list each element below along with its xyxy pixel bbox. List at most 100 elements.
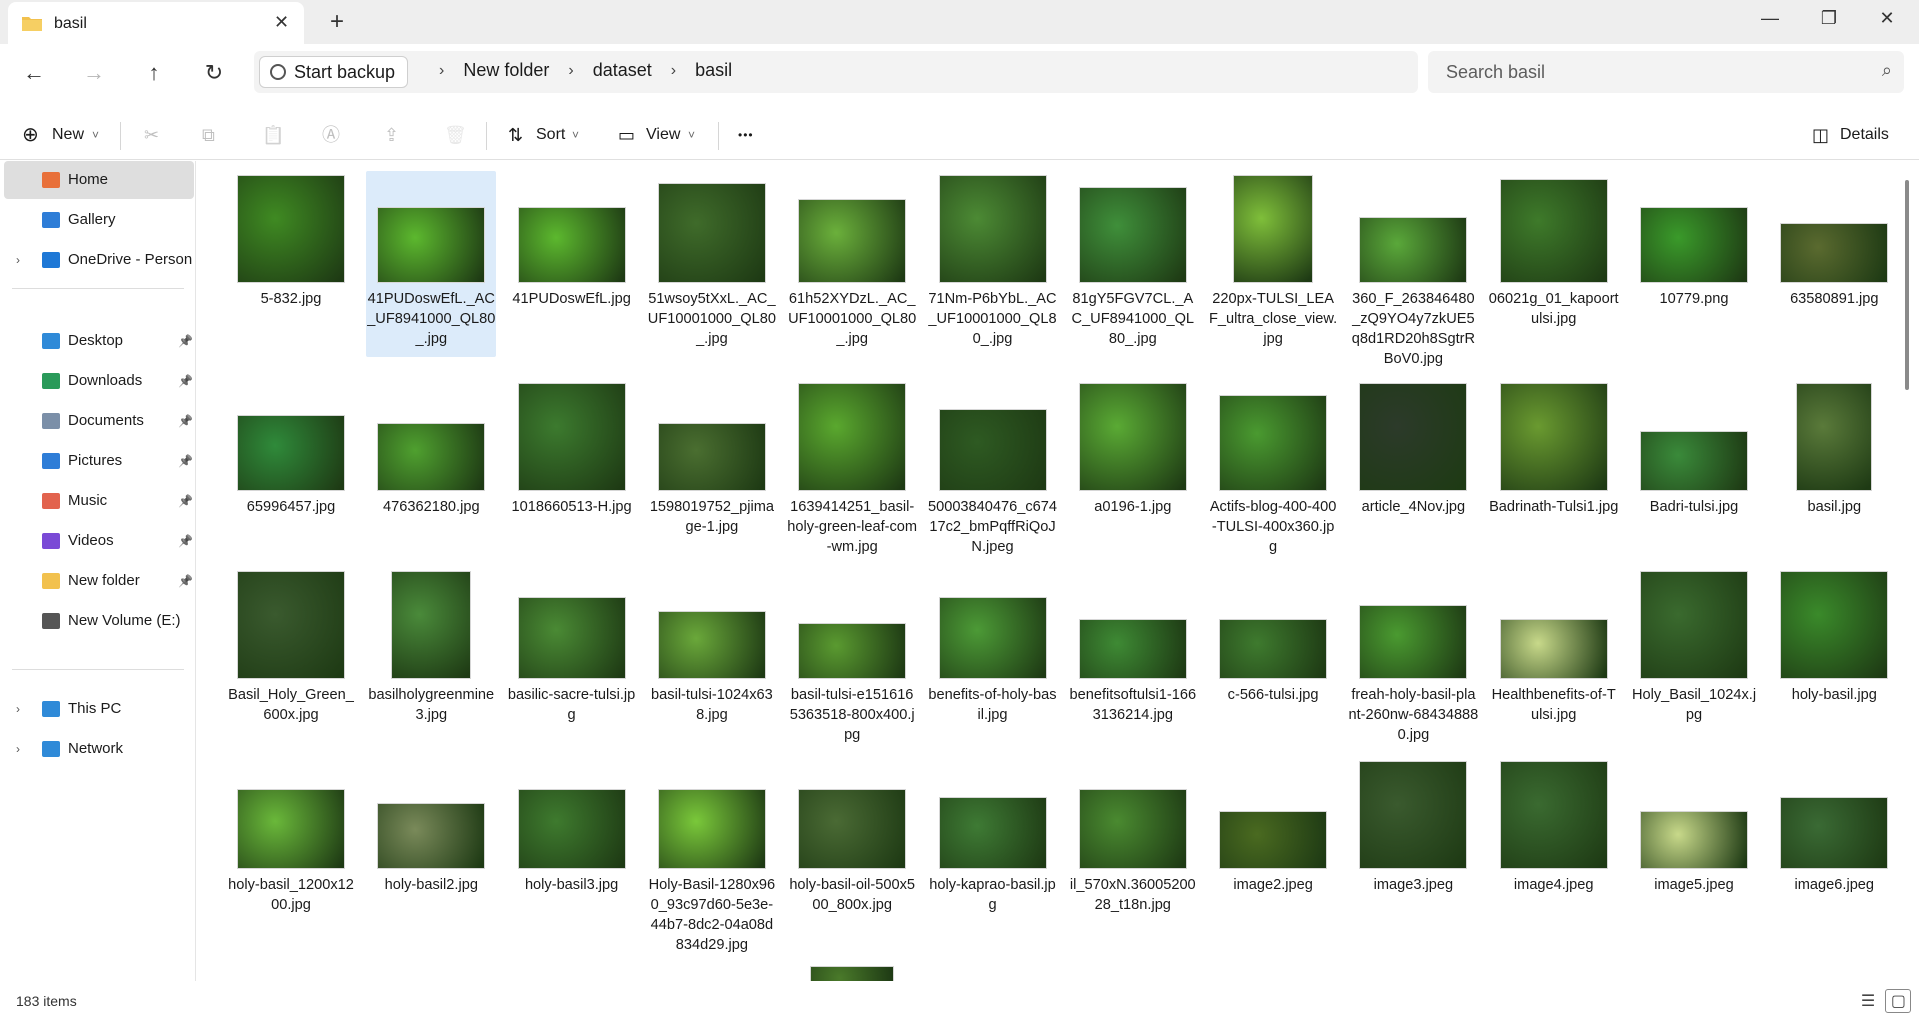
paste-icon[interactable]: 📋 (262, 120, 284, 150)
breadcrumb-separator[interactable]: › (671, 62, 676, 80)
breadcrumb-basil[interactable]: basil (695, 60, 732, 81)
file-item[interactable]: 65996457.jpg (226, 379, 356, 525)
file-item[interactable]: holy-basil3.jpg (507, 757, 637, 923)
sidebar-item-new-volume-e[interactable]: New Volume (E:) (0, 602, 194, 640)
file-item[interactable]: Holy_Basil_1024x.jpg (1629, 567, 1759, 733)
file-item[interactable]: holy-basil_1200x1200.jpg (226, 757, 356, 923)
file-item[interactable]: image4.jpeg (1489, 757, 1619, 903)
breadcrumb-separator[interactable]: › (568, 62, 573, 80)
file-item[interactable]: Basil_Holy_Green_600x.jpg (226, 567, 356, 733)
search-box[interactable]: Search basil ⌕ (1428, 51, 1904, 93)
file-item[interactable]: image2.jpeg (1208, 757, 1338, 903)
new-tab-button[interactable]: + (330, 8, 344, 36)
file-item[interactable]: Healthbenefits-of-Tulsi.jpg (1489, 567, 1619, 733)
sidebar-item-onedrive-persona[interactable]: OneDrive - Persona › (0, 241, 194, 279)
file-item[interactable]: 81gY5FGV7CL._AC_UF8941000_QL80_.jpg (1068, 171, 1198, 357)
file-item[interactable]: image6.jpeg (1769, 757, 1896, 903)
up-button[interactable]: ↑ (139, 60, 169, 90)
file-item[interactable]: 41PUDoswEfL.jpg (507, 171, 637, 337)
file-item[interactable]: 63580891.jpg (1769, 171, 1896, 317)
sidebar-item-documents[interactable]: Documents 📌 (0, 402, 194, 440)
scrollbar[interactable] (1905, 180, 1909, 390)
sidebar-item-home[interactable]: Home (4, 161, 194, 199)
address-bar[interactable]: Start backup › New folder › dataset › ba… (254, 51, 1418, 93)
file-item[interactable]: 41PUDoswEfL._AC_UF8941000_QL80_.jpg (366, 171, 497, 357)
chevron-right-icon[interactable]: › (16, 690, 20, 728)
maximize-button[interactable]: ❐ (1814, 8, 1844, 29)
close-tab-icon[interactable]: ✕ (274, 12, 289, 33)
file-item[interactable]: 10779.png (1629, 171, 1759, 317)
sidebar-item-gallery[interactable]: Gallery (0, 201, 194, 239)
new-button[interactable]: New (52, 120, 84, 150)
delete-icon[interactable]: 🗑 (444, 120, 467, 150)
chevron-right-icon[interactable]: › (16, 241, 20, 279)
chevron-right-icon[interactable]: › (16, 730, 20, 768)
details-view-icon[interactable]: ☰ (1855, 990, 1881, 1014)
file-item[interactable]: holy-basil2.jpg (366, 757, 496, 923)
file-item[interactable]: basilholygreenmine3.jpg (366, 567, 496, 733)
start-backup-button[interactable]: Start backup (259, 56, 409, 88)
file-item[interactable]: 50003840476_c67417c2_bmPqffRiQoJN.jpeg (928, 379, 1058, 565)
sidebar-item-new-folder[interactable]: New folder 📌 (0, 562, 194, 600)
file-item[interactable]: 06021g_01_kapoortulsi.jpg (1489, 171, 1619, 337)
view-button[interactable]: View (646, 120, 680, 150)
sidebar-item-videos[interactable]: Videos 📌 (0, 522, 194, 560)
file-item[interactable]: basil.jpg (1769, 379, 1896, 525)
cut-icon[interactable]: ✂ (144, 120, 159, 150)
file-item[interactable]: a0196-1.jpg (1068, 379, 1198, 525)
file-item[interactable]: image3.jpeg (1348, 757, 1478, 903)
sidebar-item-network[interactable]: Network › (0, 730, 194, 768)
file-item[interactable]: Badri-tulsi.jpg (1629, 379, 1759, 545)
file-item[interactable]: freah-holy-basil-plant-260nw-684348880.j… (1348, 567, 1478, 753)
file-item[interactable]: 476362180.jpg (366, 379, 496, 525)
search-icon[interactable]: ⌕ (1882, 60, 1892, 81)
breadcrumb-separator[interactable]: › (439, 62, 444, 80)
file-item[interactable]: 5-832.jpg (226, 171, 356, 317)
file-item[interactable]: basil-tulsi-e1516165363518-800x400.jpg (787, 567, 917, 753)
file-item[interactable]: article_4Nov.jpg (1348, 379, 1478, 545)
file-item[interactable]: c-566-tulsi.jpg (1208, 567, 1338, 733)
forward-button[interactable]: → (79, 60, 109, 90)
sidebar-item-pictures[interactable]: Pictures 📌 (0, 442, 194, 480)
file-item[interactable]: benefitsoftulsi1-1663136214.jpg (1068, 567, 1198, 753)
file-item[interactable]: Holy-Basil-1280x960_93c97d60-5e3e-44b7-8… (647, 757, 777, 981)
file-item[interactable]: holy-basil.jpg (1769, 567, 1896, 713)
file-item[interactable]: basil-tulsi-1024x638.jpg (647, 567, 777, 733)
copy-icon[interactable]: ⧉ (202, 120, 215, 150)
file-item[interactable]: 71Nm-P6bYbL._AC_UF10001000_QL80_.jpg (928, 171, 1058, 357)
sidebar-item-downloads[interactable]: Downloads 📌 (0, 362, 194, 400)
file-item[interactable]: 1639414251_basil-holy-green-leaf-com-wm.… (787, 379, 917, 585)
file-item[interactable]: 61h52XYDzL._AC_UF10001000_QL80_.jpg (787, 171, 917, 357)
minimize-button[interactable]: — (1755, 8, 1785, 29)
file-item[interactable] (787, 966, 917, 981)
file-item[interactable]: il_570xN.3600520028_t18n.jpg (1068, 757, 1198, 923)
file-item[interactable]: 51wsoy5tXxL._AC_UF10001000_QL80_.jpg (647, 171, 777, 357)
file-item[interactable]: basilic-sacre-tulsi.jpg (507, 567, 637, 733)
file-item[interactable]: 360_F_263846480_zQ9YO4y7zkUE5q8d1RD20h8S… (1348, 171, 1478, 377)
file-item[interactable]: Actifs-blog-400-400-TULSI-400x360.jpg (1208, 379, 1338, 565)
file-item[interactable]: 1598019752_pjimage-1.jpg (647, 379, 777, 545)
sidebar-item-music[interactable]: Music 📌 (0, 482, 194, 520)
file-item[interactable]: 1018660513-H.jpg (507, 379, 637, 545)
details-button[interactable]: Details (1840, 120, 1889, 150)
refresh-button[interactable]: ↻ (199, 60, 229, 90)
tab-basil[interactable]: basil ✕ (8, 2, 304, 44)
file-item[interactable]: benefits-of-holy-basil.jpg (928, 567, 1058, 733)
breadcrumb-dataset[interactable]: dataset (593, 60, 652, 81)
file-item[interactable]: image5.jpeg (1629, 757, 1759, 903)
tiles-view-icon[interactable]: ▢ (1885, 989, 1912, 1013)
file-thumbnail (237, 175, 345, 283)
file-item[interactable]: 220px-TULSI_LEAF_ultra_close_view.jpg (1208, 171, 1338, 357)
file-item[interactable]: holy-basil-oil-500x500_800x.jpg (787, 757, 917, 943)
more-options-button[interactable]: ••• (738, 120, 754, 150)
rename-icon[interactable]: Ⓐ (322, 120, 340, 150)
back-button[interactable]: ← (19, 60, 49, 90)
share-icon[interactable]: ⇪ (384, 120, 399, 150)
sidebar-item-this-pc[interactable]: This PC › (0, 690, 194, 728)
close-button[interactable]: ✕ (1872, 8, 1902, 29)
sort-button[interactable]: Sort (536, 120, 565, 150)
file-item[interactable]: Badrinath-Tulsi1.jpg (1489, 379, 1619, 545)
sidebar-item-desktop[interactable]: Desktop 📌 (0, 322, 194, 360)
breadcrumb-new-folder[interactable]: New folder (463, 60, 549, 81)
file-item[interactable]: holy-kaprao-basil.jpg (928, 757, 1058, 923)
